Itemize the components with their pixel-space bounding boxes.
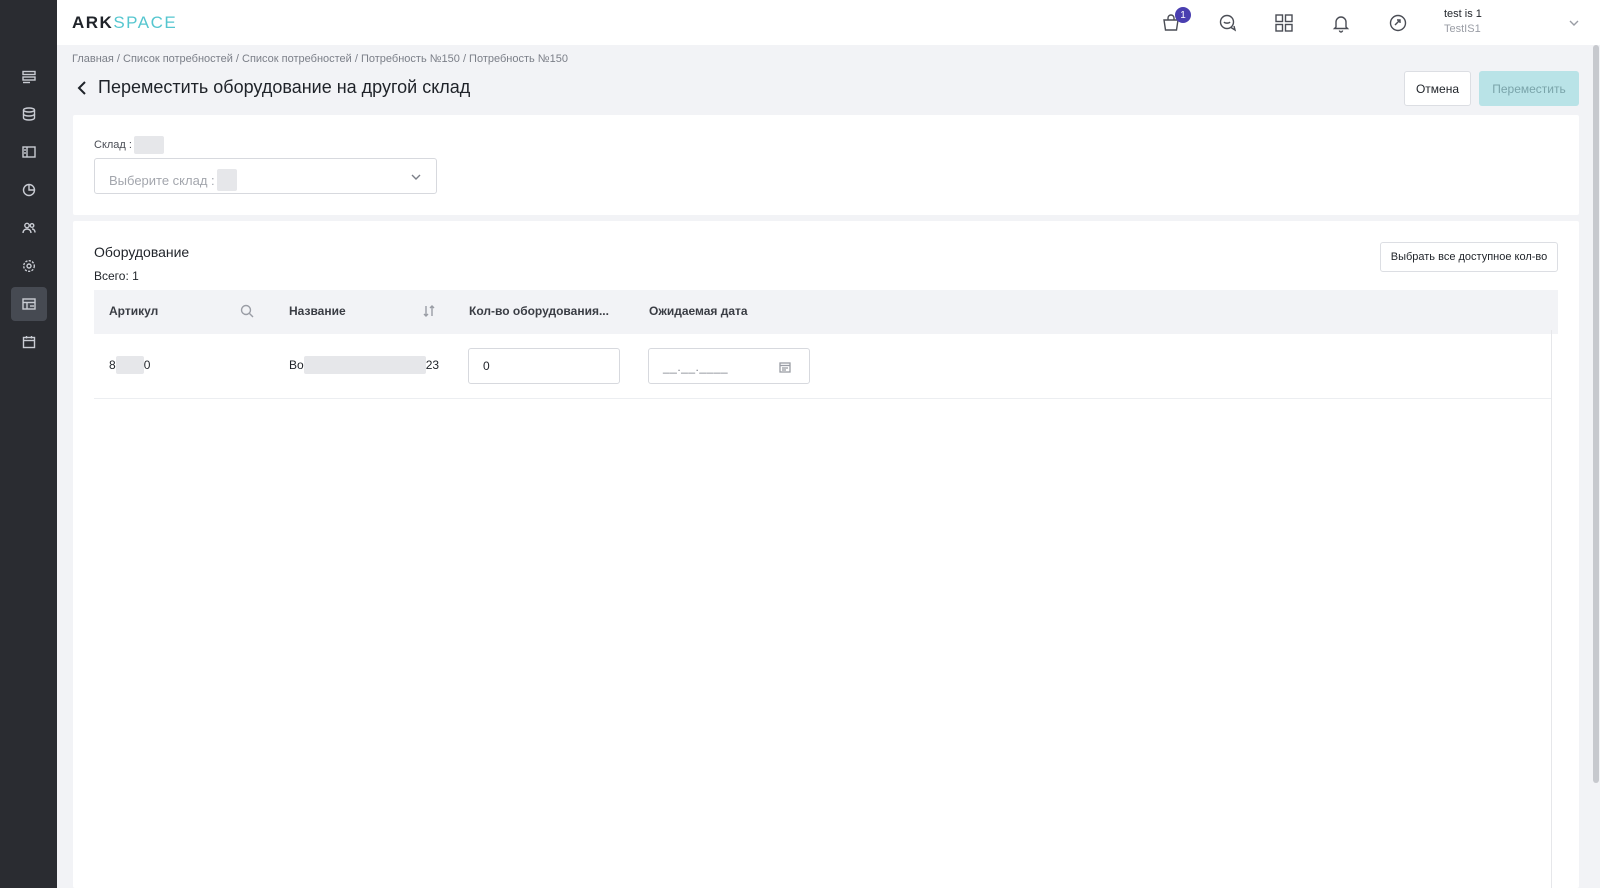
sidebar-item-equipment[interactable] [11,287,47,321]
chevron-left-icon [77,81,86,95]
database-icon [22,107,36,121]
top-header: ARKSPACE 1 test is 1 TestIS1 [57,0,1600,45]
chat-icon [1219,14,1237,32]
sync-button[interactable] [1386,11,1410,35]
pie-chart-icon [22,183,36,197]
move-button[interactable]: Переместить [1479,71,1579,106]
bell-icon [1332,16,1350,33]
name-sort-button[interactable] [422,304,436,323]
user-name: test is 1 [1444,8,1482,20]
select-all-quantity-button[interactable]: Выбрать все доступное кол-во [1380,242,1558,272]
equipment-title: Оборудование [94,244,190,260]
quantity-input[interactable] [468,348,620,384]
list-icon [22,70,36,84]
back-button[interactable] [76,79,90,97]
gear-icon [22,259,36,273]
redacted-block [115,356,144,374]
cart-badge: 1 [1175,7,1191,23]
apps-grid-icon [1275,14,1293,32]
user-menu[interactable]: test is 1 TestIS1 [1444,8,1482,35]
chevron-down-icon [410,170,422,188]
calendar-icon [22,336,36,349]
article-cell: 8 0 [109,356,151,374]
notifications-button[interactable] [1329,11,1353,35]
user-login: TestIS1 [1444,23,1481,35]
cart-button[interactable]: 1 [1159,7,1191,35]
arkspace-logo[interactable]: ARKSPACE [72,13,177,33]
redacted-block [303,356,426,374]
divider [1551,330,1552,888]
panel-icon [22,146,36,158]
column-article: Артикул [109,304,159,318]
users-icon [22,222,36,234]
warehouse-select-placeholder: Выберите склад : [109,169,237,191]
sidebar-item-users[interactable] [11,211,47,245]
sidebar-item-calendar[interactable] [11,325,47,359]
redacted-block [216,169,237,191]
column-name: Название [289,304,346,318]
page-scrollbar[interactable] [1593,45,1599,783]
apps-button[interactable] [1272,11,1296,35]
sidebar-item-list[interactable] [11,60,47,94]
sidebar [0,0,57,888]
name-cell: Bo 23 [289,356,440,374]
search-icon [240,304,254,318]
sort-icon [423,305,435,317]
chat-button[interactable] [1216,11,1240,35]
warehouse-card: Склад : Выберите склад : [73,115,1579,215]
sync-icon [1389,14,1407,32]
equipment-total: Всего: 1 [94,269,139,283]
warehouse-select[interactable]: Выберите склад : [94,158,437,194]
sidebar-item-database[interactable] [11,97,47,131]
sidebar-item-reports[interactable] [11,173,47,207]
sidebar-item-panel[interactable] [11,135,47,169]
calendar-icon[interactable] [779,360,791,378]
table-header: Артикул Название Кол-во оборудования... … [94,290,1558,334]
page-title: Переместить оборудование на другой склад [98,77,471,97]
column-expected-date: Ожидаемая дата [649,304,748,318]
breadcrumb[interactable]: Главная / Список потребностей / Список п… [72,53,568,65]
sidebar-item-settings[interactable] [11,249,47,283]
cancel-button[interactable]: Отмена [1404,71,1471,106]
table-row: 8 0 Bo 23 __.__.____ [94,334,1552,399]
user-menu-toggle[interactable] [1568,16,1580,34]
date-mask: __.__.____ [663,360,729,374]
chevron-down-icon [1569,20,1579,26]
table-edit-icon [22,298,36,310]
redacted-block [133,136,164,154]
column-quantity: Кол-во оборудования... [469,304,609,318]
equipment-card: Оборудование Всего: 1 Выбрать все доступ… [73,221,1579,888]
article-search-button[interactable] [240,304,254,323]
warehouse-label: Склад : [94,136,164,154]
expected-date-input[interactable]: __.__.____ [648,348,810,384]
